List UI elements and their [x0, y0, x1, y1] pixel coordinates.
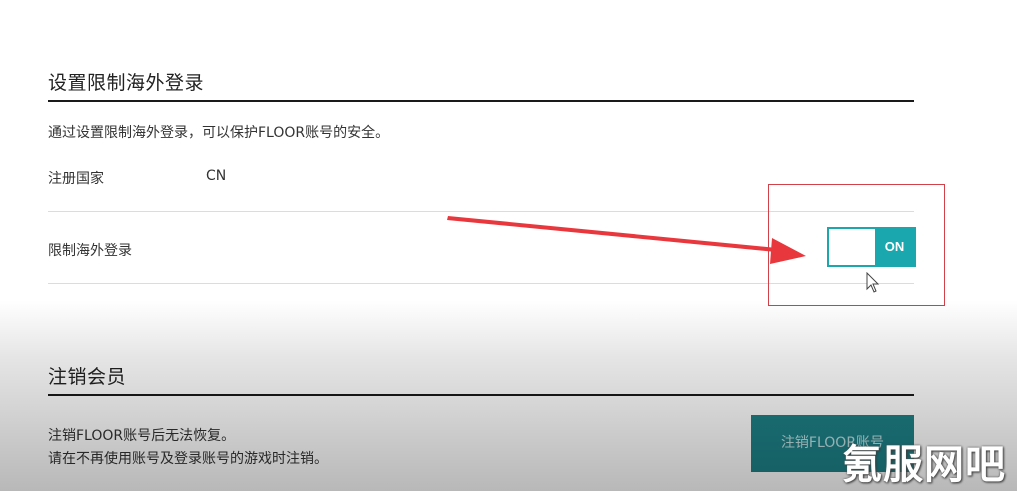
watermark-text: 氪服网吧	[842, 442, 1006, 488]
mouse-pointer-icon	[866, 272, 880, 293]
annotation-arrow-icon	[447, 216, 806, 264]
account-settings-page: 设置限制海外登录 通过设置限制海外登录，可以保护FLOOR账号的安全。 注册国家…	[0, 0, 1017, 491]
